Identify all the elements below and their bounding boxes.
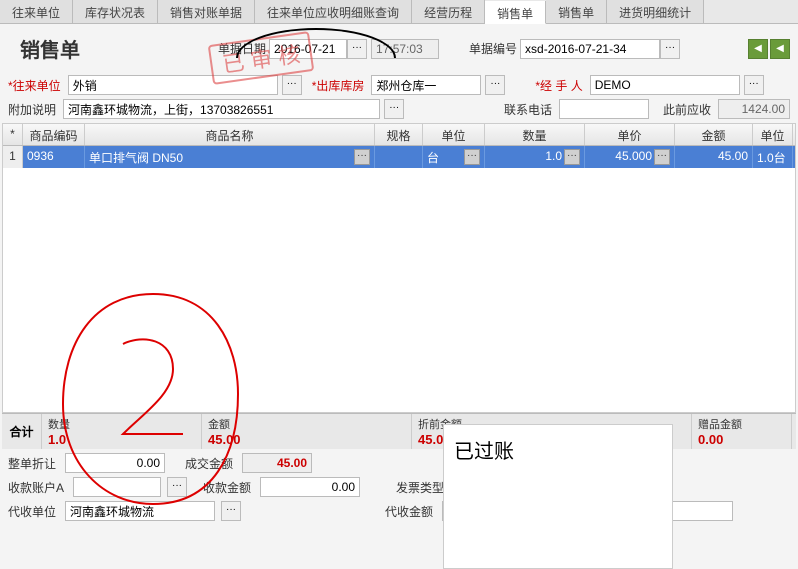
th-unit2[interactable]: 单位 [753, 124, 793, 145]
totals-bar: 合计 数量 1.0 金额 45.00 折前金额 45.00 赠品金额 0.00 [2, 413, 796, 449]
unit-picker-btn[interactable]: ··· [464, 149, 480, 165]
docno-label: 单据编号 [469, 40, 517, 57]
agent-picker-btn[interactable]: ··· [221, 501, 241, 521]
th-unit[interactable]: 单位 [423, 124, 485, 145]
party-picker-btn[interactable]: ··· [282, 75, 302, 95]
th-rownum: * [3, 124, 23, 145]
total-amount: 金额 45.00 [202, 414, 412, 449]
wholedisc-input[interactable] [65, 453, 165, 473]
party-label: 往来单位 [8, 77, 61, 94]
td-spec[interactable] [375, 146, 423, 168]
prev-record-btn[interactable]: ◀ [748, 39, 768, 59]
table-header: * 商品编码 商品名称 规格 单位 数量 单价 金额 单位 [3, 124, 795, 146]
warehouse-input[interactable] [371, 75, 481, 95]
remark-input[interactable] [63, 99, 380, 119]
due-input [718, 99, 790, 119]
recv-input[interactable] [260, 477, 360, 497]
tab-sales-recon[interactable]: 销售对账单据 [158, 0, 255, 23]
phone-input[interactable] [559, 99, 649, 119]
invtype-label: 发票类型 [396, 479, 444, 496]
warehouse-picker-btn[interactable]: ··· [485, 75, 505, 95]
td-amount[interactable]: 45.00 [675, 146, 753, 168]
wholedisc-label: 整单折让 [8, 455, 56, 472]
acct-picker-btn[interactable]: ··· [167, 477, 187, 497]
docno-picker-btn[interactable]: ··· [660, 39, 680, 59]
remark-picker-btn[interactable]: ··· [384, 99, 404, 119]
tab-stock[interactable]: 库存状况表 [73, 0, 158, 23]
handler-input[interactable] [590, 75, 740, 95]
page-title: 销售单 [8, 30, 218, 67]
next-record-btn[interactable]: ◀ [770, 39, 790, 59]
posted-popup: 已过账 [443, 424, 673, 569]
td-name[interactable]: 单口排气阀 DN50··· [85, 146, 375, 168]
qty-picker-btn[interactable]: ··· [564, 149, 580, 165]
date-picker-btn[interactable]: ··· [347, 39, 367, 59]
th-spec[interactable]: 规格 [375, 124, 423, 145]
warehouse-label: 出库库房 [312, 77, 365, 94]
deal-label: 成交金额 [185, 455, 233, 472]
tab-receivable-detail[interactable]: 往来单位应收明细账查询 [255, 0, 412, 23]
date-label: 单据日期 [218, 40, 266, 57]
total-label: 合计 [2, 414, 42, 449]
th-price[interactable]: 单价 [585, 124, 675, 145]
tab-sales-order-2[interactable]: 销售单 [546, 0, 607, 23]
due-label: 此前应收 [663, 101, 711, 118]
name-picker-btn[interactable]: ··· [354, 149, 370, 165]
th-qty[interactable]: 数量 [485, 124, 585, 145]
td-qty[interactable]: 1.0··· [485, 146, 585, 168]
table-row[interactable]: 1 0936 单口排气阀 DN50··· 台··· 1.0··· 45.000·… [3, 146, 795, 168]
acct-label: 收款账户A [8, 479, 64, 496]
total-qty: 数量 1.0 [42, 414, 202, 449]
handler-label: 经 手 人 [535, 77, 582, 94]
td-unit2[interactable]: 1.0台 [753, 146, 793, 168]
acct-input[interactable] [73, 477, 161, 497]
th-name[interactable]: 商品名称 [85, 124, 375, 145]
bottom-form: 整单折让 成交金额 收款账户A ··· 收款金额 发票类型 ▾ 代收单位 ···… [0, 449, 798, 529]
party-input[interactable] [68, 75, 278, 95]
posted-text: 已过账 [454, 441, 514, 463]
total-gift: 赠品金额 0.00 [692, 414, 792, 449]
agent-label: 代收单位 [8, 503, 56, 520]
tab-purchase-detail[interactable]: 进货明细统计 [607, 0, 704, 23]
td-code[interactable]: 0936 [23, 146, 85, 168]
date-input[interactable] [269, 39, 347, 59]
th-code[interactable]: 商品编码 [23, 124, 85, 145]
agentamt-label: 代收金额 [385, 503, 433, 520]
td-unit[interactable]: 台··· [423, 146, 485, 168]
agent-input[interactable] [65, 501, 215, 521]
th-amount[interactable]: 金额 [675, 124, 753, 145]
items-table: * 商品编码 商品名称 规格 单位 数量 单价 金额 单位 1 0936 单口排… [2, 123, 796, 413]
price-picker-btn[interactable]: ··· [654, 149, 670, 165]
tab-bar: 往来单位 库存状况表 销售对账单据 往来单位应收明细账查询 经营历程 销售单 销… [0, 0, 798, 24]
docno-input[interactable] [520, 39, 660, 59]
time-input[interactable] [371, 39, 439, 59]
tab-sales-order-active[interactable]: 销售单 [485, 1, 546, 24]
phone-label: 联系电话 [504, 101, 552, 118]
handler-picker-btn[interactable]: ··· [744, 75, 764, 95]
recv-label: 收款金额 [203, 479, 251, 496]
tab-party[interactable]: 往来单位 [0, 0, 73, 23]
remark-label: 附加说明 [8, 101, 56, 118]
deal-input [242, 453, 312, 473]
td-rownum: 1 [3, 146, 23, 168]
tab-history[interactable]: 经营历程 [412, 0, 485, 23]
td-price[interactable]: 45.000··· [585, 146, 675, 168]
